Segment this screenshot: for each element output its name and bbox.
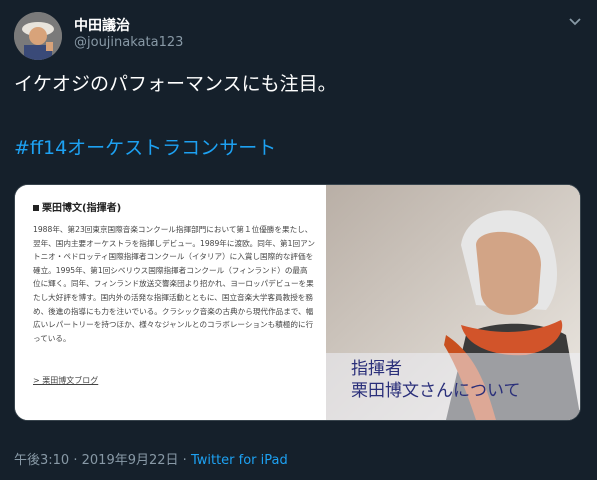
link-card[interactable]: 栗田博文(指揮者) 1988年、第23回東京国際音楽コンクール指揮部門において第…: [14, 184, 581, 421]
card-body-text: 1988年、第23回東京国際音楽コンクール指揮部門において第１位優勝を果たし、翌…: [33, 225, 315, 343]
card-photo: 指揮者 栗田博文さんについて: [326, 185, 580, 420]
tweet-date[interactable]: 2019年9月22日: [82, 453, 179, 468]
separator: ·: [73, 453, 78, 468]
tweet-text: イケオジのパフォーマンスにも注目。: [14, 73, 337, 95]
card-caption: 指揮者 栗田博文さんについて: [351, 359, 521, 401]
square-bullet-icon: [33, 205, 39, 211]
hashtag-link[interactable]: #ff14オーケストラコンサート: [14, 133, 276, 160]
tweet-footer: 午後3:10 · 2019年9月22日 · Twitter for iPad: [14, 449, 288, 468]
card-text-panel: 栗田博文(指揮者) 1988年、第23回東京国際音楽コンクール指揮部門において第…: [15, 185, 326, 420]
user-handle[interactable]: @joujinakata123: [74, 35, 183, 50]
chevron-down-icon[interactable]: [566, 14, 584, 28]
separator: ·: [182, 453, 187, 468]
avatar[interactable]: [14, 12, 62, 60]
display-name[interactable]: 中田議治: [74, 15, 130, 35]
card-blog-link[interactable]: > 栗田博文ブログ: [33, 375, 98, 386]
tweet-time[interactable]: 午後3:10: [14, 453, 69, 468]
card-heading: 栗田博文(指揮者): [33, 199, 121, 214]
tweet-source-link[interactable]: Twitter for iPad: [191, 453, 288, 468]
card-heading-text: 栗田博文(指揮者): [42, 203, 122, 214]
